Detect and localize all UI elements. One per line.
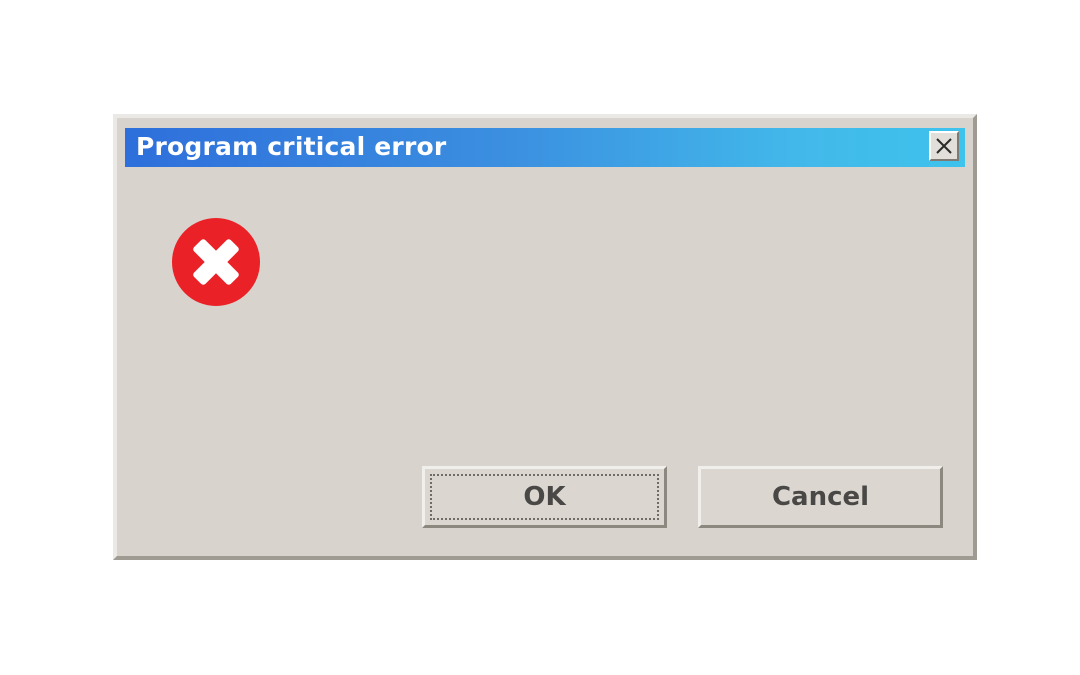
error-icon [172,218,260,306]
cancel-button[interactable]: Cancel [698,466,943,528]
cancel-button-label: Cancel [771,482,870,512]
ok-button-label: OK [523,482,566,512]
dialog-title: Program critical error [136,132,447,161]
dialog-titlebar[interactable]: Program critical error [125,128,965,167]
desktop-background: Program critical error OK Cancel [0,0,1080,675]
close-icon [936,138,952,154]
ok-button[interactable]: OK [422,466,667,528]
close-button[interactable] [929,131,959,161]
error-dialog: Program critical error OK Cancel [113,114,977,560]
